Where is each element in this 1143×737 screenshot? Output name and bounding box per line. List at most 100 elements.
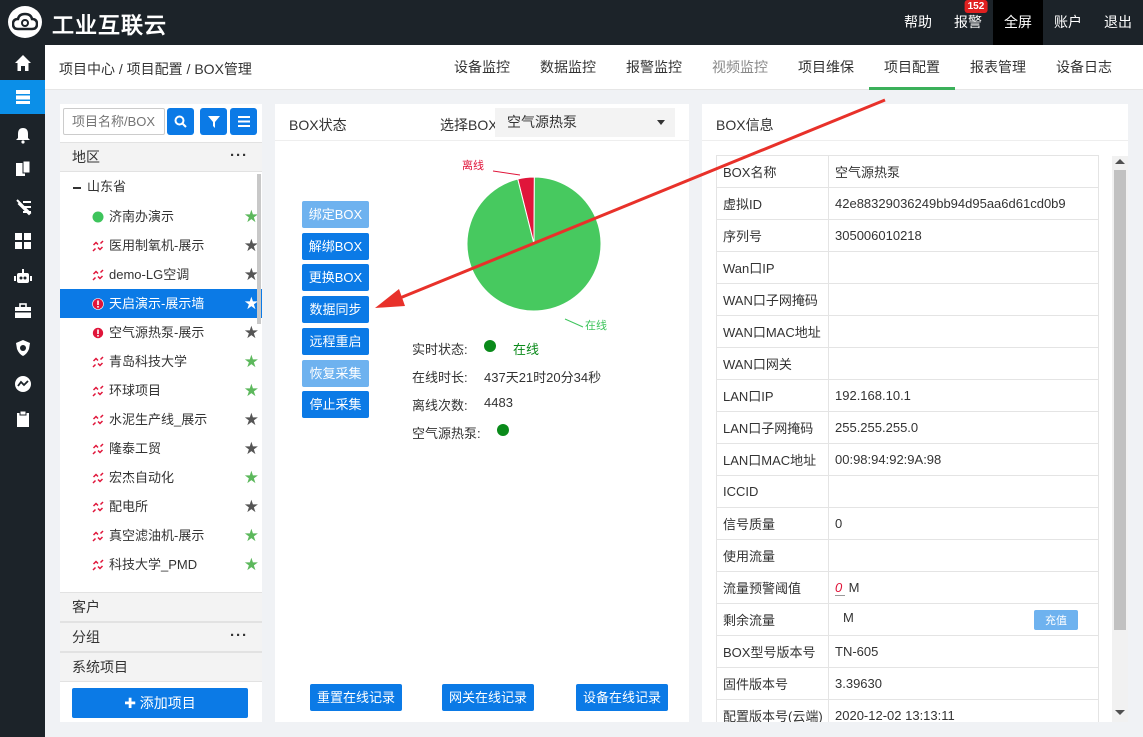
star-icon[interactable]: ★ [244, 376, 259, 405]
online-leader [564, 318, 584, 328]
box-select-value: 空气源热泵 [507, 114, 577, 130]
tab-reports[interactable]: 报表管理 [955, 45, 1041, 90]
unlink-icon [92, 240, 104, 252]
project-search-input[interactable] [63, 108, 165, 135]
tree-item-label: 医用制氧机-展示 [109, 238, 205, 253]
customer-section-header[interactable]: 客户 [60, 592, 262, 622]
star-icon[interactable]: ★ [244, 347, 259, 376]
star-icon[interactable]: ★ [244, 550, 259, 579]
tree-item[interactable]: 医用制氧机-展示 ★ [60, 231, 262, 260]
list-icon [237, 116, 250, 127]
info-key: BOX名称 [716, 155, 829, 188]
info-scrollbar-thumb[interactable] [1114, 170, 1126, 630]
online-dot-icon [92, 211, 104, 223]
chart-icon[interactable] [0, 367, 45, 401]
realtime-status-label: 实时状态: [412, 342, 468, 357]
data-sync-button[interactable]: 数据同步 [302, 296, 369, 323]
bind-box-button[interactable]: 绑定BOX [302, 201, 369, 228]
star-icon[interactable]: ★ [244, 521, 259, 550]
tools-icon[interactable] [0, 190, 45, 224]
home-icon[interactable] [0, 46, 45, 80]
scroll-up-icon[interactable] [1115, 159, 1125, 164]
tree-item[interactable]: 科技大学_PMD ★ [60, 550, 262, 579]
tab-project-config[interactable]: 项目配置 [869, 45, 955, 90]
device-online-record-button[interactable]: 设备在线记录 [576, 684, 668, 711]
tree-item-label: demo-LG空调 [109, 267, 190, 282]
star-icon[interactable]: ★ [244, 492, 259, 521]
info-value: 空气源热泵 [828, 155, 1099, 188]
filter-button[interactable] [200, 108, 227, 135]
toolbox-icon[interactable] [0, 294, 45, 328]
project-tree: 山东省 济南办演示 ★ 医用制氧机-展示 ★ demo-LG空调 ★ 天启演示-展示墙 ★ 空气… [60, 174, 262, 592]
add-project-button[interactable]: ✚ 添加项目 [72, 688, 248, 718]
resume-collect-button[interactable]: 恢复采集 [302, 360, 369, 387]
info-key: LAN口MAC地址 [716, 443, 829, 476]
unlink-icon [92, 356, 104, 368]
unbind-box-button[interactable]: 解绑BOX [302, 233, 369, 260]
shield-icon[interactable] [0, 331, 45, 365]
info-value: 192.168.10.1 [828, 379, 1099, 412]
info-row: BOX型号版本号 TN-605 [716, 635, 1099, 668]
tree-item[interactable]: demo-LG空调 ★ [60, 260, 262, 289]
app-title: 工业互联云 [52, 13, 168, 38]
offline-count-value: 4483 [484, 395, 513, 410]
bell-icon[interactable] [0, 118, 45, 152]
scroll-down-icon[interactable] [1115, 710, 1125, 715]
box-select[interactable]: 空气源热泵 [495, 108, 675, 137]
tree-item[interactable]: 水泥生产线_展示 ★ [60, 405, 262, 434]
group-section-header[interactable]: 分组 ··· [60, 622, 262, 652]
collapse-icon[interactable] [73, 186, 81, 189]
robot-icon[interactable] [0, 260, 45, 294]
tree-item[interactable]: 青岛科技大学 ★ [60, 347, 262, 376]
info-key: WAN口子网掩码 [716, 283, 829, 316]
remote-restart-button[interactable]: 远程重启 [302, 328, 369, 355]
tab-alarm-monitor[interactable]: 报警监控 [611, 45, 697, 90]
info-value: 00:98:94:92:9A:98 [828, 443, 1099, 476]
gateway-online-record-button[interactable]: 网关在线记录 [442, 684, 534, 711]
logout-link[interactable]: 退出 [1093, 0, 1143, 45]
system-label: 系统项目 [72, 659, 128, 675]
tree-item[interactable]: 空气源热泵-展示 ★ [60, 318, 262, 347]
tab-data-monitor[interactable]: 数据监控 [525, 45, 611, 90]
alarm-link[interactable]: 报警 152 [943, 0, 993, 45]
replace-box-button[interactable]: 更换BOX [302, 264, 369, 291]
tab-device-monitor[interactable]: 设备监控 [439, 45, 525, 90]
server-icon[interactable] [0, 80, 45, 114]
tree-item[interactable]: 天启演示-展示墙 ★ [60, 289, 262, 318]
help-link[interactable]: 帮助 [893, 0, 943, 45]
search-button[interactable] [167, 108, 194, 135]
region-more-icon[interactable]: ··· [230, 141, 248, 170]
star-icon[interactable]: ★ [244, 463, 259, 492]
topup-button[interactable]: 充值 [1034, 609, 1078, 630]
box-status-title: BOX状态 [289, 117, 347, 133]
reset-online-record-button[interactable]: 重置在线记录 [310, 684, 402, 711]
tree-item[interactable]: 环球项目 ★ [60, 376, 262, 405]
unlink-icon [92, 443, 104, 455]
info-row: Wan口IP [716, 251, 1099, 284]
province-node[interactable]: 山东省 [73, 176, 126, 195]
list-menu-button[interactable] [230, 108, 257, 135]
threshold-input[interactable]: 0 [835, 580, 845, 596]
star-icon[interactable]: ★ [244, 434, 259, 463]
tree-item[interactable]: 隆泰工贸 ★ [60, 434, 262, 463]
star-icon[interactable]: ★ [244, 405, 259, 434]
region-section-header[interactable]: 地区 ··· [60, 142, 262, 172]
fullscreen-button[interactable]: 全屏 [993, 0, 1043, 45]
tab-device-log[interactable]: 设备日志 [1041, 45, 1127, 90]
grid-icon[interactable] [0, 224, 45, 258]
stop-collect-button[interactable]: 停止采集 [302, 391, 369, 418]
group-more-icon[interactable]: ··· [230, 621, 248, 650]
tree-item[interactable]: 真空滤油机-展示 ★ [60, 521, 262, 550]
clipboard-icon[interactable] [0, 402, 45, 436]
tree-item[interactable]: 宏杰自动化 ★ [60, 463, 262, 492]
system-section-header[interactable]: 系统项目 [60, 652, 262, 682]
account-link[interactable]: 账户 [1043, 0, 1093, 45]
copy-icon[interactable] [0, 152, 45, 186]
info-key: 流量预警阈值 [716, 571, 829, 604]
tree-scrollbar[interactable] [257, 174, 261, 324]
tree-item[interactable]: 配电所 ★ [60, 492, 262, 521]
tab-video-monitor[interactable]: 视频监控 [697, 45, 783, 90]
info-unit: M [848, 579, 860, 595]
tab-maintenance[interactable]: 项目维保 [783, 45, 869, 90]
tree-item[interactable]: 济南办演示 ★ [60, 202, 262, 231]
